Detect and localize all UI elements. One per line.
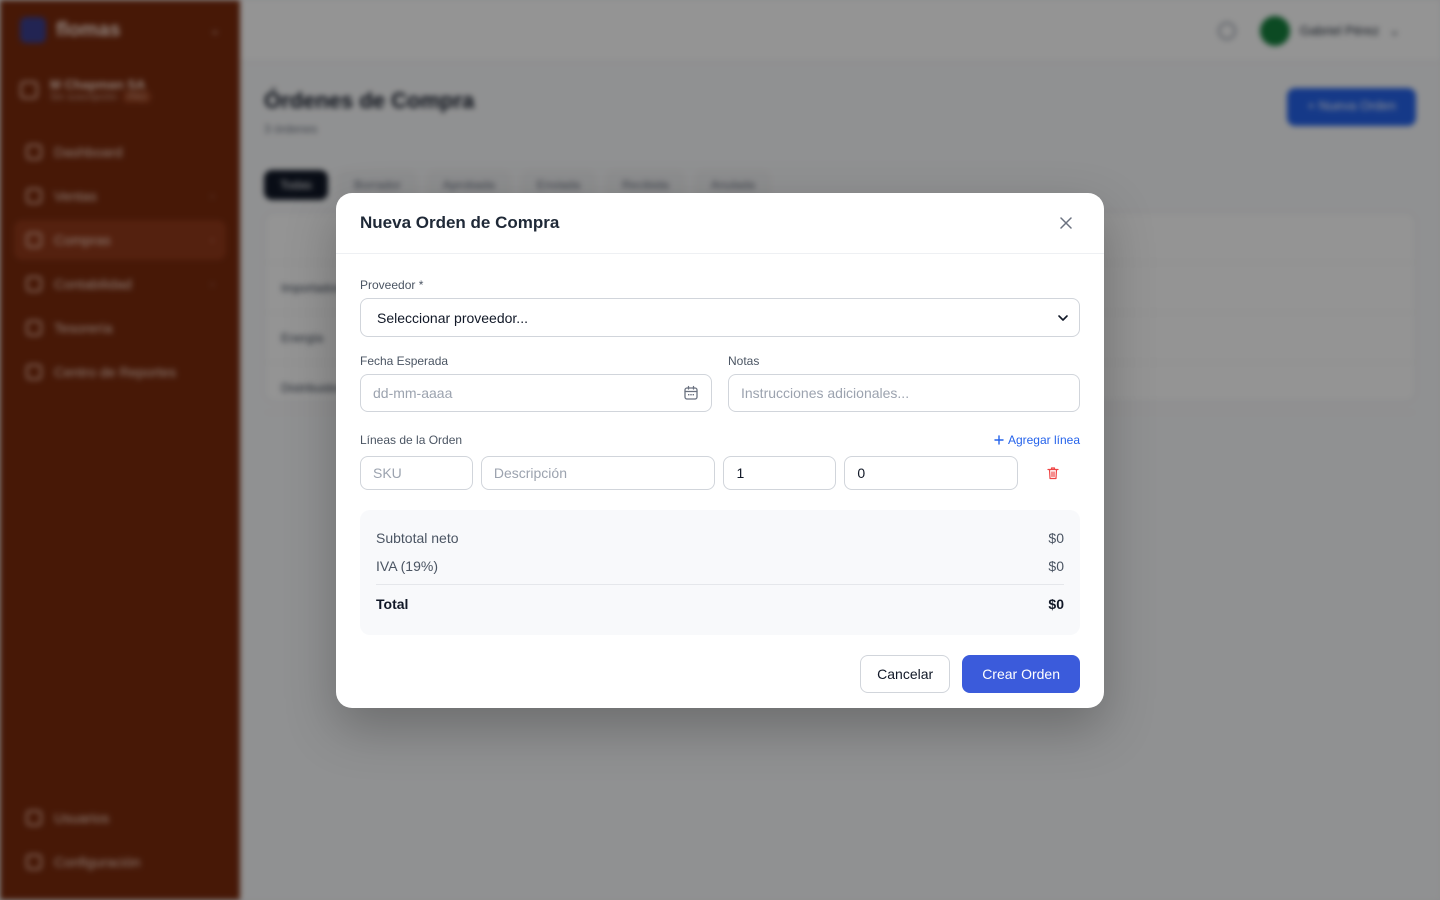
tax-value: $0 [1048, 558, 1064, 574]
quantity-value: 1 [736, 465, 745, 481]
subtotal-value: $0 [1048, 530, 1064, 546]
unit-price-input[interactable]: 0 [844, 456, 1019, 490]
tax-label: IVA (19%) [376, 558, 438, 574]
tax-row: IVA (19%) $0 [376, 552, 1064, 580]
expected-date-input[interactable]: dd-mm-aaaa [360, 374, 712, 412]
order-line-row: SKU Descripción 1 0 [360, 456, 1080, 490]
supplier-label: Proveedor * [360, 278, 424, 292]
modal-body: Proveedor * Seleccionar proveedor... Fec… [336, 254, 1104, 693]
notes-input[interactable]: Instrucciones adicionales... [728, 374, 1080, 412]
close-button[interactable] [1052, 209, 1080, 237]
quantity-input[interactable]: 1 [723, 456, 837, 490]
total-value: $0 [1048, 596, 1064, 612]
remove-line-button[interactable] [1026, 466, 1080, 480]
chevron-down-icon [1058, 314, 1068, 321]
expected-date-placeholder: dd-mm-aaaa [373, 385, 453, 401]
modal-title: Nueva Orden de Compra [360, 213, 560, 232]
modal-header: Nueva Orden de Compra [336, 193, 1104, 254]
new-purchase-order-modal: Nueva Orden de Compra Proveedor * Selecc… [336, 193, 1104, 708]
sku-input[interactable]: SKU [360, 456, 473, 490]
add-line-button[interactable]: Agregar línea [994, 433, 1080, 447]
calendar-icon[interactable] [683, 385, 699, 401]
notes-label: Notas [728, 354, 760, 368]
cancel-button[interactable]: Cancelar [860, 655, 951, 693]
totals-divider [376, 584, 1064, 585]
plus-icon [994, 435, 1004, 445]
expected-date-label: Fecha Esperada [360, 354, 449, 368]
trash-icon [1047, 467, 1059, 480]
total-label: Total [376, 596, 409, 612]
total-row: Total $0 [376, 589, 1064, 619]
totals-summary: Subtotal neto $0 IVA (19%) $0 Total $0 [360, 510, 1080, 635]
modal-footer: Cancelar Crear Orden [360, 655, 1080, 693]
order-lines-label: Líneas de la Orden [360, 433, 463, 447]
add-line-label: Agregar línea [1007, 433, 1080, 447]
supplier-selected-value: Seleccionar proveedor... [377, 309, 528, 326]
subtotal-row: Subtotal neto $0 [376, 524, 1064, 552]
unit-price-value: 0 [857, 465, 866, 481]
order-lines-header: Líneas de la Orden Agregar línea [360, 433, 1080, 447]
date-notes-row: Fecha Esperada dd-mm-aaaa Notas Instrucc… [360, 354, 1080, 412]
sku-placeholder: SKU [373, 465, 402, 481]
expected-date-group: Fecha Esperada dd-mm-aaaa [360, 354, 712, 412]
create-order-button[interactable]: Crear Orden [962, 655, 1080, 693]
description-input[interactable]: Descripción [480, 456, 716, 490]
close-icon [1060, 217, 1072, 229]
notes-group: Notas Instrucciones adicionales... [728, 354, 1080, 412]
supplier-select[interactable]: Seleccionar proveedor... [360, 298, 1080, 337]
subtotal-label: Subtotal neto [376, 530, 459, 546]
description-placeholder: Descripción [493, 465, 567, 481]
notes-placeholder: Instrucciones adicionales... [741, 385, 910, 401]
